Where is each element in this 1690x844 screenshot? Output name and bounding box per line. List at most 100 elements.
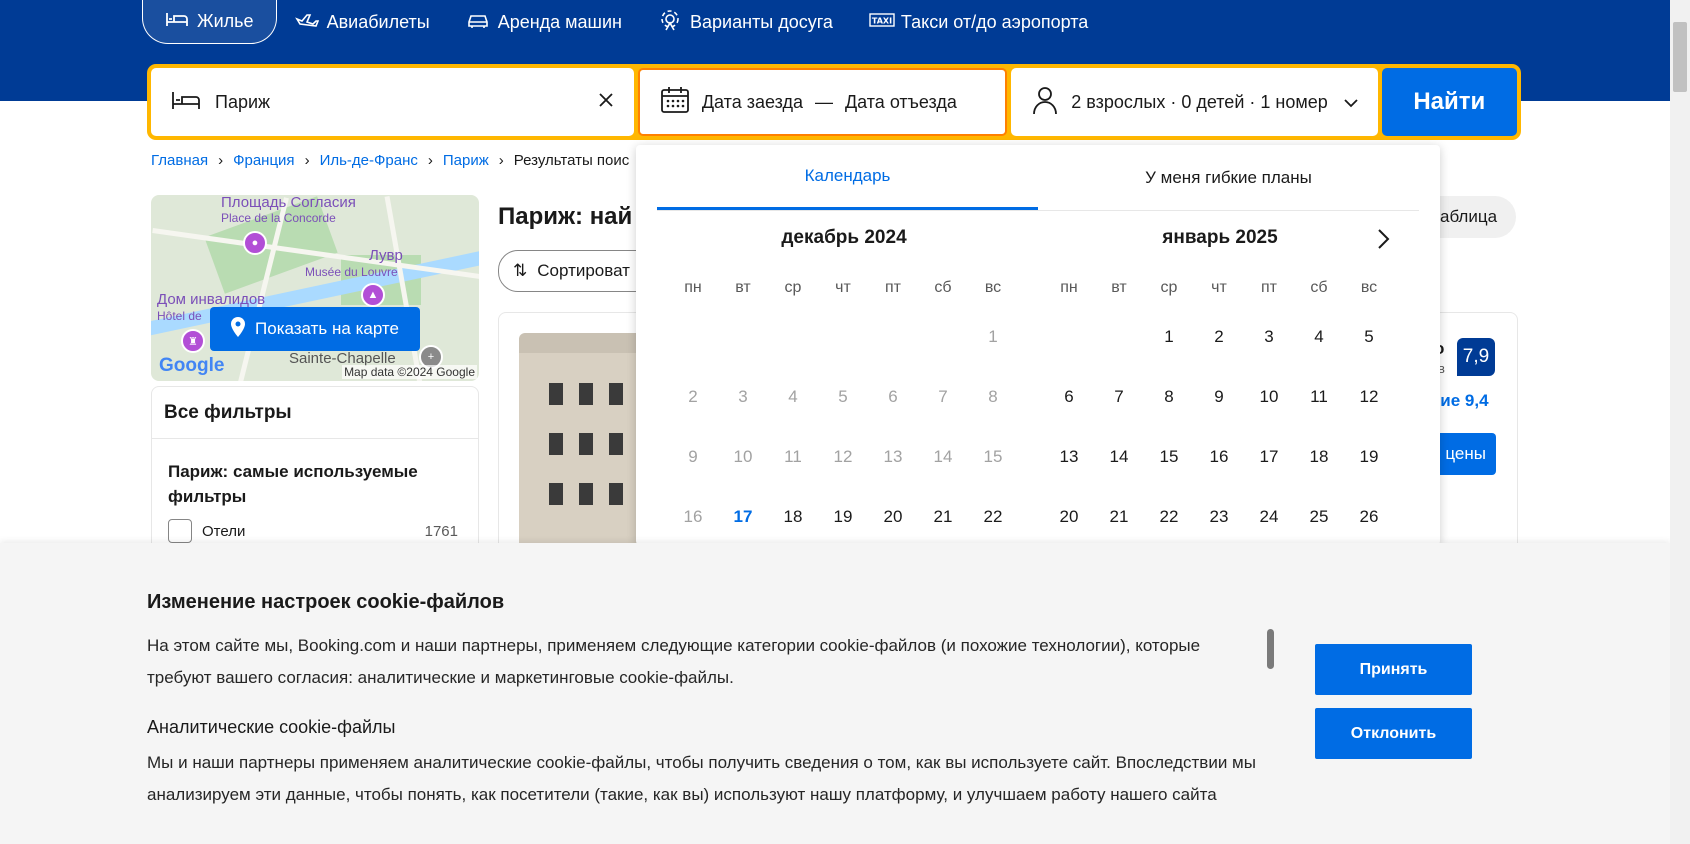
calendar-day[interactable]: 11 bbox=[1294, 387, 1344, 407]
cookie-scrollbar[interactable] bbox=[1267, 629, 1274, 669]
checkout-placeholder[interactable]: Дата отъезда bbox=[845, 92, 957, 113]
scrollbar-thumb[interactable] bbox=[1673, 22, 1687, 92]
calendar-day[interactable]: 24 bbox=[1244, 507, 1294, 527]
month-december: декабрь 2024 пн вт ср чт пт сб вс 1 2 3 4 5 6 7 8 9 10 1… bbox=[668, 227, 1020, 547]
weekday-label: вт bbox=[735, 279, 751, 296]
month-title: декабрь 2024 bbox=[781, 227, 907, 248]
calendar-day[interactable]: 4 bbox=[1294, 327, 1344, 347]
calendar-day[interactable]: 5 bbox=[1344, 327, 1394, 347]
map-label-invalides: Дом инвалидов bbox=[157, 291, 266, 308]
filter-checkbox[interactable] bbox=[168, 519, 192, 543]
nav-stays[interactable]: Жилье bbox=[142, 0, 277, 44]
person-icon bbox=[1031, 85, 1059, 120]
calendar-day[interactable]: 17 bbox=[1244, 447, 1294, 467]
calendar-day[interactable]: 21 bbox=[918, 507, 968, 527]
calendar-icon bbox=[660, 85, 690, 120]
window bbox=[579, 483, 593, 505]
calendar-day-today[interactable]: 17 bbox=[718, 507, 768, 527]
review-score-badge: 7,9 bbox=[1457, 338, 1495, 376]
weekday-label: ср bbox=[784, 279, 802, 296]
chevron-down-icon[interactable] bbox=[1344, 92, 1358, 113]
calendar-day[interactable]: 6 bbox=[1044, 387, 1094, 407]
checkin-placeholder[interactable]: Дата заезда bbox=[702, 92, 803, 113]
calendar-day[interactable]: 20 bbox=[868, 507, 918, 527]
calendar-day[interactable]: 7 bbox=[1094, 387, 1144, 407]
decline-button[interactable]: Отклонить bbox=[1315, 708, 1472, 759]
taxi-icon: TAXI bbox=[869, 11, 895, 34]
calendar-day[interactable]: 26 bbox=[1344, 507, 1394, 527]
calendar-day[interactable]: 12 bbox=[1344, 387, 1394, 407]
calendar-day[interactable]: 22 bbox=[968, 507, 1018, 527]
window bbox=[549, 433, 563, 455]
calendar-day: 14 bbox=[933, 447, 953, 466]
window bbox=[609, 383, 623, 405]
destination-field[interactable]: Париж bbox=[151, 68, 634, 136]
calendar-day[interactable]: 8 bbox=[1144, 387, 1194, 407]
calendar-day[interactable]: 1 bbox=[1144, 327, 1194, 347]
breadcrumb-home[interactable]: Главная bbox=[151, 152, 208, 169]
date-picker-popup: Календарь У меня гибкие планы декабрь 20… bbox=[636, 145, 1440, 545]
window bbox=[579, 383, 593, 405]
calendar-day: 4 bbox=[788, 387, 798, 406]
window bbox=[549, 383, 563, 405]
calendar-day[interactable]: 16 bbox=[1194, 447, 1244, 467]
search-bar: Париж Дата заезда — Дата отъезда 2 взрос… bbox=[147, 64, 1521, 140]
calendar-day[interactable]: 3 bbox=[1244, 327, 1294, 347]
calendar-day[interactable]: 22 bbox=[1144, 507, 1194, 527]
filter-hotels[interactable]: Отели 1761 bbox=[152, 509, 478, 543]
breadcrumb-paris[interactable]: Париж bbox=[443, 152, 489, 169]
weekday-label: чт bbox=[1211, 279, 1227, 296]
product-nav: Жилье Авиабилеты Аренда машин Варианты д… bbox=[142, 0, 1106, 44]
dates-field[interactable]: Дата заезда — Дата отъезда bbox=[637, 68, 1008, 136]
calendar-day[interactable]: 15 bbox=[1144, 447, 1194, 467]
calendar-day[interactable]: 19 bbox=[818, 507, 868, 527]
accept-button[interactable]: Принять bbox=[1315, 644, 1472, 695]
calendar-day[interactable]: 2 bbox=[1194, 327, 1244, 347]
map-pin-icon bbox=[231, 316, 246, 342]
nav-attractions[interactable]: Варианты досуга bbox=[640, 0, 851, 44]
calendar-day[interactable]: 25 bbox=[1294, 507, 1344, 527]
calendar-day[interactable]: 19 bbox=[1344, 447, 1394, 467]
tab-calendar[interactable]: Календарь bbox=[657, 145, 1038, 210]
search-button[interactable]: Найти bbox=[1381, 68, 1517, 136]
destination-input[interactable]: Париж bbox=[215, 92, 584, 113]
show-on-map-button[interactable]: Показать на карте bbox=[210, 307, 420, 351]
nav-flights-label: Авиабилеты bbox=[326, 11, 430, 32]
nav-flights[interactable]: Авиабилеты bbox=[277, 0, 448, 44]
calendar-day[interactable]: 9 bbox=[1194, 387, 1244, 407]
show-on-map-label: Показать на карте bbox=[255, 319, 399, 338]
calendar-day[interactable]: 18 bbox=[768, 507, 818, 527]
calendar-day[interactable]: 20 bbox=[1044, 507, 1094, 527]
nav-airport-taxi-label: Такси от/до аэропорта bbox=[900, 11, 1089, 32]
guests-summary[interactable]: 2 взрослых · 0 детей · 1 номер bbox=[1071, 92, 1331, 113]
bed-icon bbox=[165, 9, 189, 34]
clear-icon[interactable] bbox=[598, 92, 614, 113]
calendar-day[interactable]: 18 bbox=[1294, 447, 1344, 467]
monument-icon[interactable]: ♜ bbox=[181, 329, 205, 353]
chevron-right-icon[interactable] bbox=[1376, 225, 1392, 257]
calendar-day: 1 bbox=[988, 327, 998, 346]
calendar-day[interactable]: 21 bbox=[1094, 507, 1144, 527]
camera-icon[interactable]: ● bbox=[243, 231, 267, 255]
map-label-concorde: Площадь Согласия bbox=[221, 195, 356, 211]
calendar-day[interactable]: 14 bbox=[1094, 447, 1144, 467]
guests-field[interactable]: 2 взрослых · 0 детей · 1 номер bbox=[1011, 68, 1378, 136]
tab-flexible[interactable]: У меня гибкие планы bbox=[1038, 145, 1419, 210]
calendar-day[interactable]: 10 bbox=[1244, 387, 1294, 407]
calendar-day[interactable]: 23 bbox=[1194, 507, 1244, 527]
calendar-day[interactable]: 13 bbox=[1044, 447, 1094, 467]
date-separator: — bbox=[814, 91, 833, 112]
car-icon bbox=[466, 10, 490, 35]
calendar-day: 3 bbox=[738, 387, 748, 406]
weekday-label: пт bbox=[885, 279, 901, 296]
map-preview[interactable]: Площадь Согласия Place de la Concorde ● … bbox=[151, 195, 479, 381]
weekday-label: чт bbox=[835, 279, 851, 296]
nav-car-rental[interactable]: Аренда машин bbox=[448, 0, 640, 44]
filter-count: 1761 bbox=[424, 522, 458, 540]
results-title: Париж: най bbox=[498, 203, 633, 230]
breadcrumb-ile-de-france[interactable]: Иль-де-Франс bbox=[320, 152, 418, 169]
page-scrollbar[interactable] bbox=[1670, 0, 1690, 844]
nav-airport-taxi[interactable]: TAXI Такси от/до аэропорта bbox=[851, 0, 1106, 44]
museum-icon[interactable]: ▲ bbox=[361, 283, 385, 307]
breadcrumb-france[interactable]: Франция bbox=[233, 152, 294, 169]
